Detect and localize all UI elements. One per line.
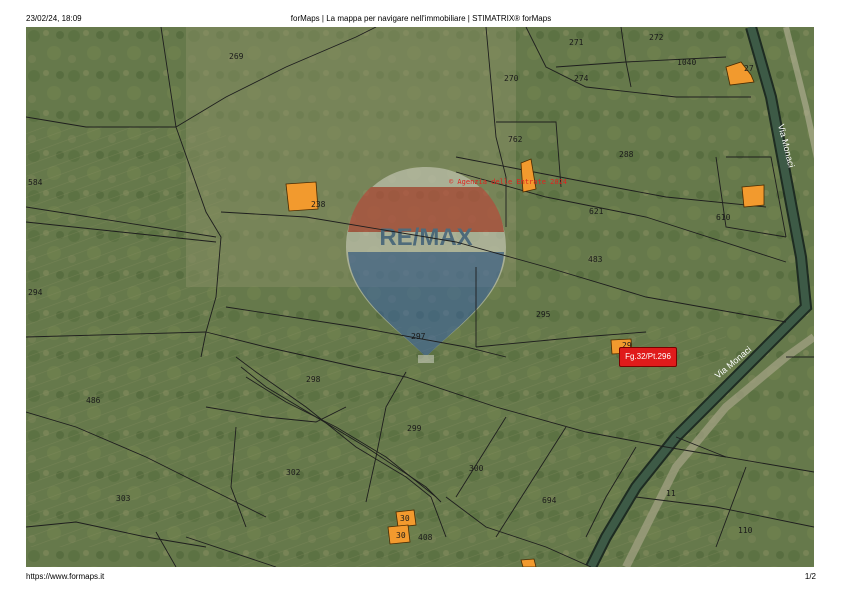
parcel-label: 486 bbox=[86, 396, 101, 405]
parcel-label: 299 bbox=[407, 424, 422, 433]
parcel-label: 302 bbox=[286, 468, 301, 477]
parcel-label: 27 bbox=[744, 64, 754, 73]
parcel-label: 295 bbox=[536, 310, 551, 319]
page-number: 1/2 bbox=[804, 572, 816, 581]
parcel-label: 30 bbox=[400, 514, 410, 523]
parcel-label: 30 bbox=[396, 531, 406, 540]
agency-copyright: © Agenzia delle Entrate 2024 bbox=[449, 178, 567, 186]
parcel-label: 584 bbox=[28, 178, 43, 187]
field-texture bbox=[26, 127, 226, 547]
parcel-label: 294 bbox=[28, 288, 43, 297]
parcel-label: 1040 bbox=[677, 58, 696, 67]
parcel-label: 300 bbox=[469, 464, 484, 473]
parcel-label: 694 bbox=[542, 496, 557, 505]
map-canvas: RE/MAX 269 271 272 270 274 1040 27 762 2… bbox=[26, 27, 814, 567]
parcel-label: 272 bbox=[649, 33, 664, 42]
page-title: forMaps | La mappa per navigare nell'imm… bbox=[290, 14, 552, 23]
building-south bbox=[520, 558, 537, 567]
parcel-label: 271 bbox=[569, 38, 584, 47]
remax-text: RE/MAX bbox=[379, 224, 472, 251]
parcel-label: 408 bbox=[418, 533, 433, 542]
parcel-label: 274 bbox=[574, 74, 589, 83]
parcel-label: 483 bbox=[588, 255, 603, 264]
parcel-label: 297 bbox=[411, 332, 426, 341]
parcel-label: 621 bbox=[589, 207, 604, 216]
parcel-label: 762 bbox=[508, 135, 523, 144]
parcel-label: 298 bbox=[306, 375, 321, 384]
page-header: 23/02/24, 18:09 forMaps | La mappa per n… bbox=[0, 0, 842, 26]
parcel-label: 238 bbox=[311, 200, 326, 209]
parcel-label: 303 bbox=[116, 494, 131, 503]
parcel-label: 110 bbox=[738, 526, 753, 535]
parcel-label: 288 bbox=[619, 150, 634, 159]
parcel-label: 270 bbox=[504, 74, 519, 83]
parcel-label: 269 bbox=[229, 52, 244, 61]
building-610 bbox=[741, 184, 765, 208]
cadastral-map[interactable]: RE/MAX 269 271 272 270 274 1040 27 762 2… bbox=[26, 27, 814, 567]
footer-url[interactable]: https://www.formaps.it bbox=[26, 572, 104, 581]
parcel-label: 610 bbox=[716, 213, 731, 222]
selected-parcel-badge[interactable]: Fg.32/Pt.296 bbox=[619, 347, 677, 367]
parcel-label: 11 bbox=[666, 489, 676, 498]
